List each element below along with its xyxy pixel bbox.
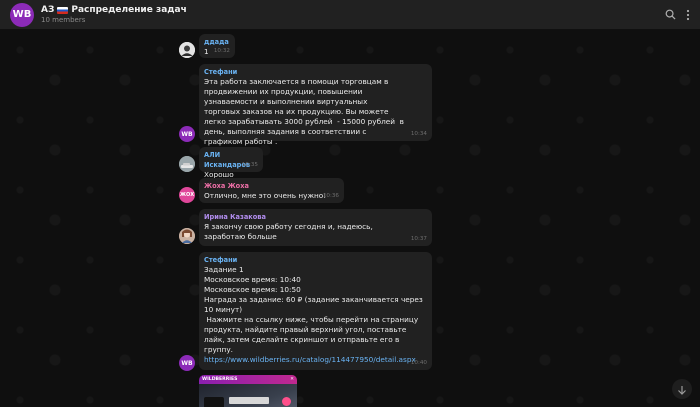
chat-header[interactable]: WB АЗ Распределение задач 10 members: [0, 0, 700, 30]
product-link[interactable]: https://www.wildberries.ru/catalog/11447…: [204, 355, 426, 365]
russia-flag-icon: [57, 6, 69, 14]
banner-image: [229, 397, 269, 404]
message-bubble[interactable]: Ирина Казакова Я закончу свою работу сег…: [199, 209, 432, 246]
avatar[interactable]: [179, 156, 195, 172]
member-count: 10 members: [41, 15, 86, 24]
message-text: Задание 1 Московское время: 10:40 Москов…: [204, 265, 423, 354]
chat-title: АЗ Распределение задач: [41, 5, 187, 15]
message-time: 10:40: [410, 360, 427, 366]
chat-info[interactable]: АЗ Распределение задач 10 members: [41, 5, 187, 23]
message-bubble[interactable]: АЛИ Искандаров Хорошо 10:35: [199, 147, 263, 179]
sender-name[interactable]: Стефани: [204, 67, 426, 77]
phone-image: [204, 397, 224, 407]
chat-title-text: Распределение задач: [71, 5, 187, 16]
message-bubble[interactable]: Стефани Эта работа заключается в помощи …: [199, 64, 432, 146]
avatar[interactable]: WB: [179, 355, 195, 371]
message-time: 10:34: [410, 131, 427, 137]
arrow-down-icon: [677, 380, 687, 399]
avatar[interactable]: WB: [179, 126, 195, 142]
search-icon[interactable]: [665, 9, 676, 20]
message-text: Отлично, мне это очень нужно!: [204, 191, 327, 200]
avatar[interactable]: [179, 228, 195, 244]
preview-brand: WILDBERRIES: [202, 377, 238, 382]
message-bubble[interactable]: Жоха Жоха Отлично, мне это очень нужно! …: [199, 178, 344, 203]
message-bubble[interactable]: ддада 1 10:32: [199, 34, 235, 58]
close-icon: ✕: [290, 377, 294, 382]
message-text: Эта работа заключается в помощи торговца…: [204, 77, 407, 146]
image-message[interactable]: WILDBERRIES ✕: [199, 375, 297, 407]
message-time: 10:37: [410, 236, 427, 242]
message-time: 10:32: [213, 48, 230, 54]
message-time: 10:35: [241, 162, 258, 168]
sender-name[interactable]: Стефани: [204, 255, 426, 265]
scroll-down-button[interactable]: [672, 379, 692, 399]
message-text: Я закончу свою работу сегодня и, надеюсь…: [204, 222, 376, 241]
more-vertical-icon[interactable]: [686, 9, 690, 21]
message-time: 10:36: [322, 193, 339, 199]
sender-name[interactable]: Ирина Казакова: [204, 212, 426, 222]
header-actions: [665, 9, 690, 21]
preview-image: [199, 384, 297, 407]
group-avatar[interactable]: WB: [10, 2, 34, 27]
avatar[interactable]: ЖОХ: [179, 187, 195, 203]
telegram-window: WB АЗ Распределение задач 10 members дда…: [0, 0, 700, 407]
avatar[interactable]: [179, 42, 195, 58]
preview-header: WILDBERRIES ✕: [199, 375, 297, 384]
chat-title-prefix: АЗ: [41, 5, 55, 16]
message-list[interactable]: ддада 1 10:32 WB Стефани Эта работа закл…: [0, 30, 700, 407]
message-bubble[interactable]: Стефани Задание 1 Московское время: 10:4…: [199, 252, 432, 370]
sender-name[interactable]: Жоха Жоха: [204, 181, 338, 191]
badge-image: [282, 397, 291, 406]
